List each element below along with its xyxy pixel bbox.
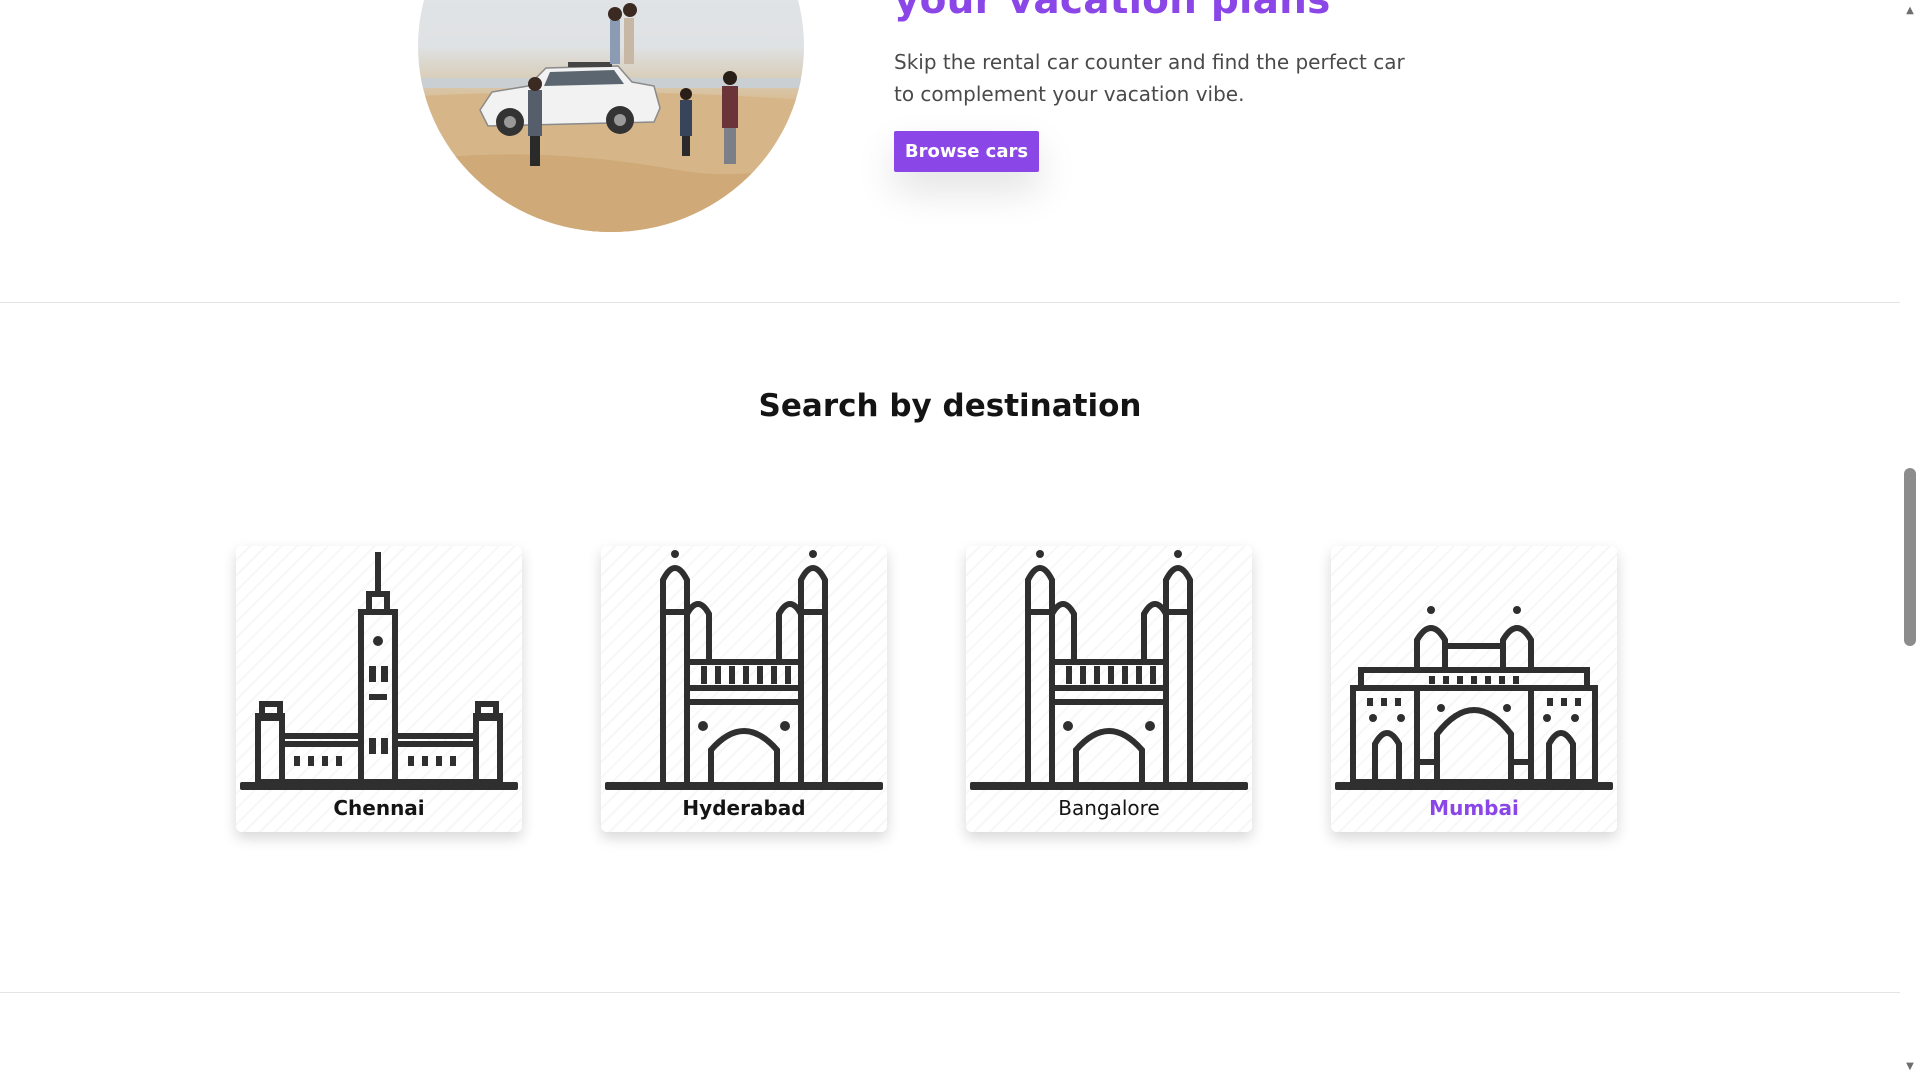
charminar-icon: [970, 550, 1248, 790]
destination-card-chennai[interactable]: Chennai: [236, 546, 522, 832]
chennai-landmark-icon: [240, 552, 518, 790]
destinations-title: Search by destination: [758, 388, 1142, 424]
browse-cars-button[interactable]: Browse cars: [894, 131, 1039, 172]
charminar-icon: [605, 550, 883, 790]
section-divider: [0, 302, 1900, 303]
hero-title: your vacation plans: [894, 0, 1331, 23]
destination-label-hyderabad: Hyderabad: [682, 796, 806, 820]
destination-card-bangalore[interactable]: Bangalore: [966, 546, 1252, 832]
section-divider: [0, 992, 1900, 993]
destination-card-mumbai[interactable]: Mumbai: [1331, 546, 1617, 832]
vacation-car-photo: [418, 3, 804, 232]
page-scrollbar[interactable]: ▲ ▼: [1900, 0, 1920, 1080]
destination-label-mumbai: Mumbai: [1429, 796, 1519, 820]
destination-label-bangalore: Bangalore: [1058, 796, 1160, 820]
scroll-down-arrow-icon[interactable]: ▼: [1905, 1062, 1915, 1072]
hero-description: Skip the rental car counter and find the…: [894, 50, 1405, 106]
gateway-of-india-icon: [1335, 606, 1613, 790]
scroll-up-arrow-icon[interactable]: ▲: [1905, 6, 1915, 16]
scrollbar-thumb[interactable]: [1904, 468, 1916, 646]
destination-card-hyderabad[interactable]: Hyderabad: [601, 546, 887, 832]
destination-label-chennai: Chennai: [333, 796, 425, 820]
hero-photo: [418, 0, 804, 232]
